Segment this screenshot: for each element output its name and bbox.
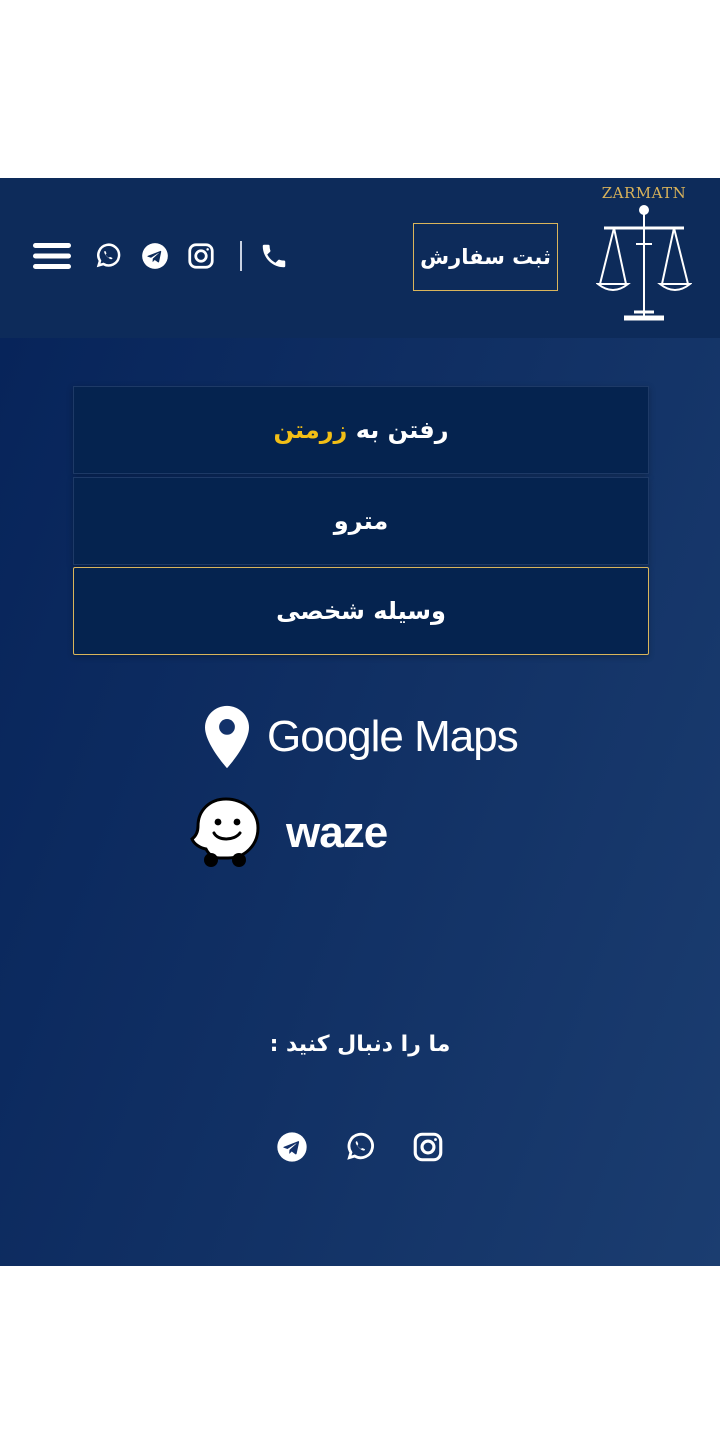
menu-icon[interactable] — [33, 240, 71, 272]
tab-label-highlight: زرمتن — [273, 416, 348, 444]
scales-icon — [596, 205, 692, 321]
whatsapp-icon[interactable] — [342, 1129, 378, 1165]
telegram-icon[interactable] — [274, 1129, 310, 1165]
waze-icon — [190, 797, 260, 867]
instagram-icon[interactable] — [185, 240, 217, 272]
tab-label: مترو — [333, 507, 389, 535]
tab-personal-vehicle[interactable]: وسیله شخصی — [73, 567, 649, 655]
tab-label: وسیله شخصی — [276, 597, 446, 625]
phone-icon[interactable] — [258, 240, 290, 272]
brand-logo[interactable]: ZARMATN — [596, 184, 692, 324]
google-maps-label: Google Maps — [267, 712, 519, 761]
header-divider — [240, 241, 242, 271]
waze-link[interactable]: waze — [190, 794, 410, 872]
brand-name: ZARMATN — [601, 184, 687, 202]
site-header: ZARMATN ثبت سفارش — [0, 178, 720, 338]
waze-label: waze — [286, 808, 388, 857]
order-button[interactable]: ثبت سفارش — [413, 223, 558, 291]
tab-label-prefix: رفتن به — [355, 416, 449, 444]
telegram-icon[interactable] — [139, 240, 171, 272]
tab-go-to-zarmatn[interactable]: رفتن به زرمتن — [73, 386, 649, 474]
directions-section: رفتن به زرمتن مترو وسیله شخصی Google Map… — [0, 338, 720, 1266]
tab-metro[interactable]: مترو — [73, 477, 649, 565]
follow-us-title: ما را دنبال کنید : — [269, 1032, 451, 1057]
instagram-icon[interactable] — [410, 1129, 446, 1165]
map-pin-icon — [205, 705, 249, 769]
whatsapp-icon[interactable] — [92, 240, 124, 272]
google-maps-link[interactable]: Google Maps — [205, 704, 525, 770]
